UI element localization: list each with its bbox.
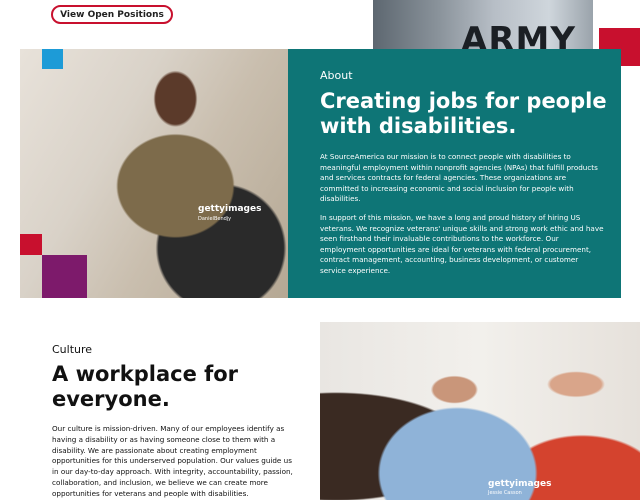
view-open-positions-button[interactable]: View Open Positions — [51, 5, 173, 24]
image-credit: DanielBendjy — [198, 216, 232, 222]
image-watermark-team: gettyimages — [488, 479, 552, 489]
about-title: Creating jobs for people with disabiliti… — [320, 89, 607, 138]
decorative-blue-square — [42, 49, 63, 69]
about-paragraph-2: In support of this mission, we have a lo… — [320, 213, 604, 275]
decorative-purple-square — [42, 255, 87, 298]
culture-paragraph: Our culture is mission-driven. Many of o… — [52, 424, 293, 498]
team-meeting-image: gettyimages Jessie Casson — [320, 322, 640, 500]
about-panel: About Creating jobs for people with disa… — [288, 49, 621, 298]
image-watermark: gettyimages — [198, 204, 262, 214]
culture-title: A workplace for everyone. — [52, 362, 239, 411]
about-label: About — [320, 69, 353, 82]
decorative-red-square — [20, 234, 42, 255]
image-credit-team: Jessie Casson — [488, 490, 522, 496]
about-paragraph-1: At SourceAmerica our mission is to conne… — [320, 152, 598, 203]
culture-label: Culture — [52, 343, 93, 356]
